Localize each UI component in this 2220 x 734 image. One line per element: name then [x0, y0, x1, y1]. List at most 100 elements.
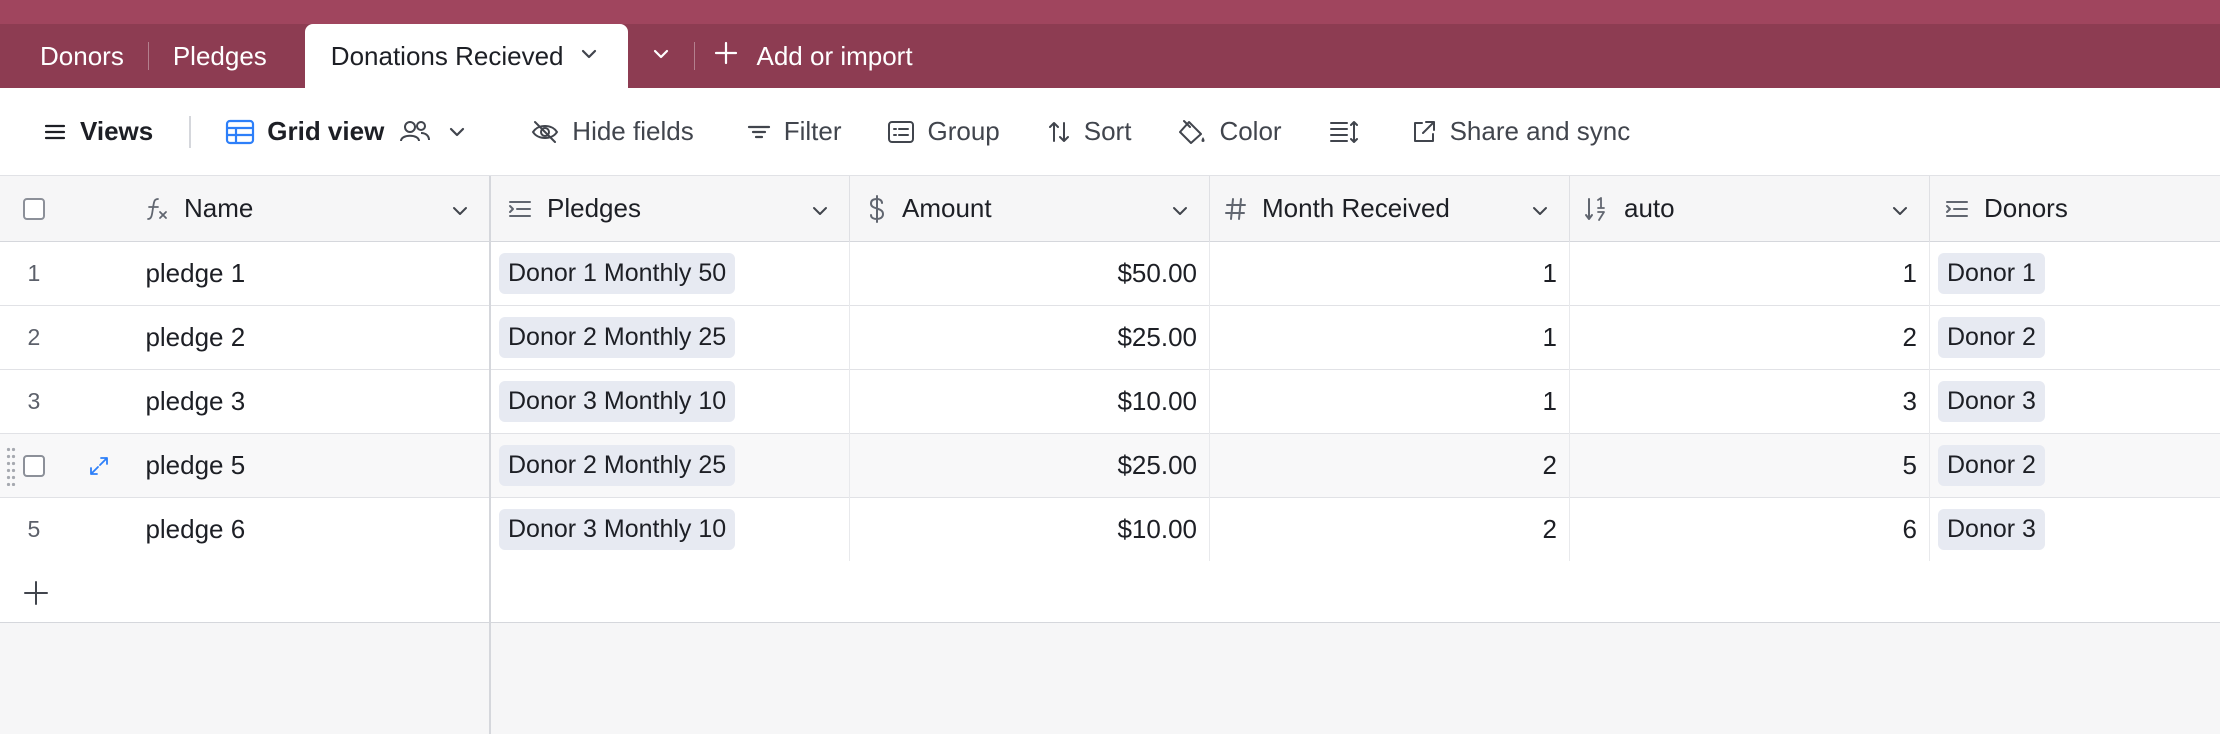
amount-cell[interactable]: $10.00: [850, 369, 1210, 434]
table-row[interactable]: 2 pledge 2: [0, 306, 489, 370]
column-header-amount[interactable]: Amount: [850, 175, 1210, 242]
name-cell[interactable]: pledge 3: [129, 370, 489, 434]
linked-record-chip[interactable]: Donor 3: [1938, 509, 2045, 550]
chevron-down-icon[interactable]: [1889, 198, 1911, 229]
donors-cell[interactable]: Donor 1: [1930, 242, 2220, 306]
auto-cell[interactable]: 2: [1570, 305, 1930, 370]
month-received-cell[interactable]: 1: [1210, 241, 1570, 306]
add-record-row[interactable]: [491, 561, 2220, 623]
pledges-cell[interactable]: Donor 3 Monthly 10: [491, 369, 850, 434]
pledges-cell[interactable]: Donor 2 Monthly 25: [491, 433, 850, 498]
table-row[interactable]: 3 pledge 3: [0, 370, 489, 434]
grid-view-button[interactable]: Grid view: [211, 108, 482, 156]
table-row[interactable]: Donor 2 Monthly 25 $25.00 2 5 Donor 2: [491, 433, 2220, 498]
grid-view-icon: [226, 119, 255, 144]
chevron-down-icon[interactable]: [578, 41, 600, 72]
chevron-down-icon[interactable]: [1529, 198, 1551, 229]
pledges-cell[interactable]: Donor 2 Monthly 25: [491, 305, 850, 370]
donors-cell[interactable]: Donor 2: [1930, 306, 2220, 370]
table-row[interactable]: Donor 3 Monthly 10 $10.00 2 6 Donor 3: [491, 497, 2220, 562]
add-or-import-button[interactable]: Add or import: [695, 24, 937, 88]
column-header-auto[interactable]: auto: [1570, 175, 1930, 242]
month-received-cell[interactable]: 2: [1210, 433, 1570, 498]
table-row[interactable]: Donor 2 Monthly 25 $25.00 1 2 Donor 2: [491, 305, 2220, 370]
month-received-cell[interactable]: 2: [1210, 497, 1570, 562]
color-button[interactable]: Color: [1163, 108, 1295, 156]
column-header-month-received[interactable]: Month Received: [1210, 175, 1570, 242]
row-checkbox[interactable]: [22, 454, 45, 477]
select-all-checkbox[interactable]: [23, 197, 45, 220]
expand-record-button[interactable]: [68, 434, 130, 498]
name-cell[interactable]: pledge 1: [129, 242, 489, 306]
chevron-down-icon[interactable]: [809, 198, 831, 229]
more-tables-button[interactable]: [628, 24, 694, 88]
linked-record-chip[interactable]: Donor 2 Monthly 25: [499, 317, 736, 358]
linked-record-chip[interactable]: Donor 3 Monthly 10: [499, 509, 736, 550]
chevron-down-icon[interactable]: [1169, 198, 1191, 229]
pledges-cell[interactable]: Donor 1 Monthly 50: [491, 241, 850, 306]
scroll-pane: Pledges Amount Month Received auto Donor…: [491, 175, 2220, 734]
link-icon: [507, 196, 533, 222]
amount-cell[interactable]: $10.00: [850, 497, 1210, 562]
linked-record-chip[interactable]: Donor 1 Monthly 50: [499, 253, 736, 294]
row-number: 5: [27, 516, 41, 542]
hide-fields-label: Hide fields: [572, 116, 694, 146]
donors-cell[interactable]: Donor 3: [1930, 370, 2220, 434]
column-header-donors[interactable]: Donors: [1930, 176, 2220, 242]
name-cell[interactable]: pledge 5: [129, 434, 489, 498]
chevron-down-icon[interactable]: [449, 198, 471, 229]
expand-icon: [89, 456, 108, 475]
filter-icon: [747, 125, 770, 138]
pledges-cell[interactable]: Donor 3 Monthly 10: [491, 497, 850, 562]
row-height-button[interactable]: [1314, 108, 1386, 156]
linked-record-chip[interactable]: Donor 3: [1938, 381, 2045, 422]
group-button[interactable]: Group: [873, 108, 1013, 156]
donors-cell[interactable]: Donor 2: [1930, 434, 2220, 498]
autonumber-icon: [1584, 195, 1610, 223]
drag-handle[interactable]: [6, 446, 16, 486]
column-header-pledges[interactable]: Pledges: [491, 175, 850, 242]
frozen-pane: Name 1 pledge 1 2 pledge 2 3 pledge 3 pl…: [0, 176, 491, 734]
auto-cell[interactable]: 6: [1570, 497, 1930, 562]
formula-icon: [144, 196, 170, 222]
add-record-row[interactable]: [0, 561, 489, 623]
table-row[interactable]: pledge 5: [0, 434, 489, 498]
sort-button[interactable]: Sort: [1032, 108, 1146, 156]
auto-cell[interactable]: 1: [1570, 241, 1930, 306]
amount-cell[interactable]: $50.00: [850, 241, 1210, 306]
sort-icon: [1048, 121, 1069, 142]
row-number: 2: [27, 324, 41, 350]
toolbar-divider: [189, 115, 192, 148]
row-expand-slot: [68, 370, 130, 434]
linked-record-chip[interactable]: Donor 2: [1938, 445, 2045, 486]
table-row[interactable]: 5 pledge 6: [0, 498, 489, 562]
tab-donors[interactable]: Donors: [0, 24, 148, 88]
tab-pledges[interactable]: Pledges: [149, 24, 291, 88]
tab-donations-recieved[interactable]: Donations Recieved: [304, 24, 628, 88]
month-received-cell[interactable]: 1: [1210, 305, 1570, 370]
hide-fields-button[interactable]: Hide fields: [516, 108, 707, 156]
color-label: Color: [1219, 116, 1282, 146]
linked-record-chip[interactable]: Donor 2 Monthly 25: [499, 445, 736, 486]
linked-record-chip[interactable]: Donor 2: [1938, 317, 2045, 358]
views-button[interactable]: Views: [28, 108, 167, 156]
auto-cell[interactable]: 5: [1570, 433, 1930, 498]
share-and-sync-button[interactable]: Share and sync: [1396, 108, 1645, 156]
table-row[interactable]: Donor 1 Monthly 50 $50.00 1 1 Donor 1: [491, 241, 2220, 306]
name-cell[interactable]: pledge 2: [129, 306, 489, 370]
month-received-cell[interactable]: 1: [1210, 369, 1570, 434]
name-cell[interactable]: pledge 6: [129, 498, 489, 562]
table-row[interactable]: Donor 3 Monthly 10 $10.00 1 3 Donor 3: [491, 369, 2220, 434]
table-row[interactable]: 1 pledge 1: [0, 242, 489, 306]
column-header-name[interactable]: Name: [68, 176, 489, 242]
amount-cell[interactable]: $25.00: [850, 433, 1210, 498]
currency-icon: [866, 194, 888, 223]
linked-record-chip[interactable]: Donor 3 Monthly 10: [499, 381, 736, 422]
linked-record-chip[interactable]: Donor 1: [1938, 253, 2045, 294]
filter-button[interactable]: Filter: [732, 108, 856, 156]
auto-cell[interactable]: 3: [1570, 369, 1930, 434]
donors-cell[interactable]: Donor 3: [1930, 498, 2220, 562]
collaborators-icon: [400, 120, 431, 141]
amount-cell[interactable]: $25.00: [850, 305, 1210, 370]
tab-label: Donations Recieved: [330, 40, 564, 71]
